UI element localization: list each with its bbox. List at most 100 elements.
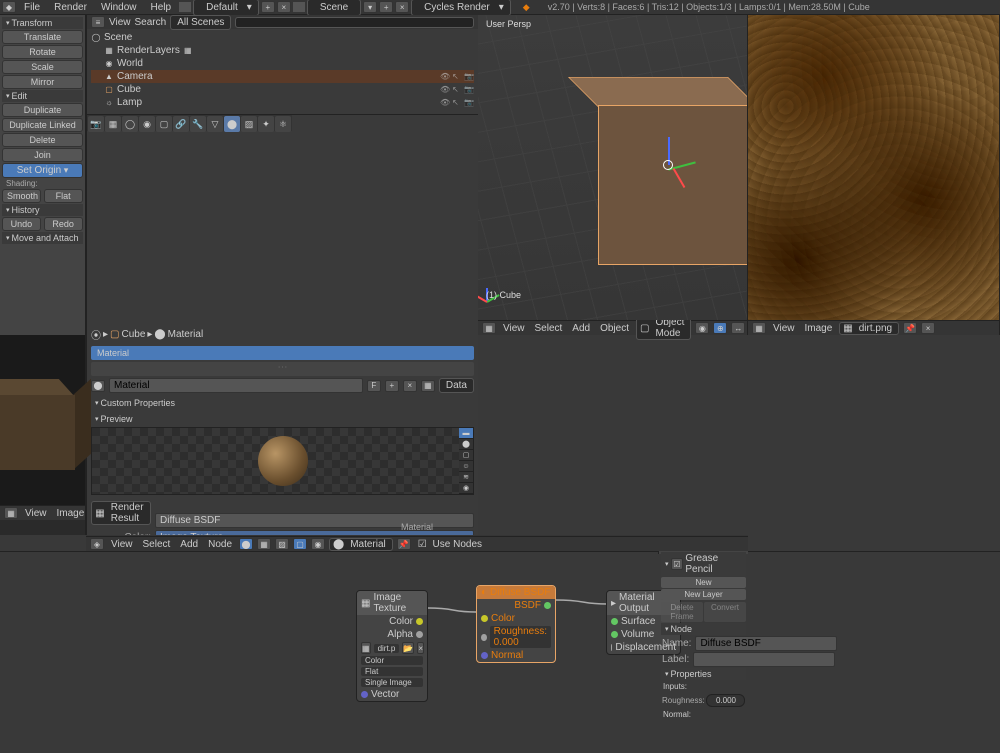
compositor-nodes-icon[interactable]: ▦ [257, 538, 271, 550]
node-material-dropdown[interactable]: ⬤ Material [329, 538, 393, 551]
uv-image-menu[interactable]: Image [802, 323, 836, 334]
render-image-dropdown[interactable]: ▦ Render Result [91, 501, 150, 525]
modifier-tab-icon[interactable]: 🔧 [190, 116, 206, 132]
tree-lamp-row[interactable]: ☼Lamp👁↖📷 [91, 96, 474, 109]
render-image[interactable] [0, 335, 85, 505]
uv-editor-type-icon[interactable]: ▦ [752, 322, 766, 334]
render-icon[interactable]: 📷 [464, 85, 474, 94]
node-view-menu[interactable]: View [108, 539, 136, 550]
move-attach-header[interactable]: Move and Attach [2, 232, 83, 244]
object-menu[interactable]: Object [597, 323, 632, 334]
world-tab-icon[interactable]: ◉ [139, 116, 155, 132]
layout-dropdown[interactable]: Default ▾ [193, 0, 259, 16]
editor-type-icon[interactable]: ▦ [482, 322, 496, 334]
duplicate-button[interactable]: Duplicate [2, 103, 83, 117]
shader-nodes-icon[interactable]: ⬤ [239, 538, 253, 550]
preview-world-icon[interactable]: ◉ [459, 483, 473, 494]
smooth-button[interactable]: Smooth [2, 189, 41, 203]
data-link-dropdown[interactable]: Data [439, 378, 474, 393]
image-texture-node[interactable]: ▦Image Texture Color Alpha ▦dirt.p📂× Col… [356, 590, 428, 702]
pivot-icon[interactable]: ⊕ [713, 322, 727, 334]
mat-add-icon[interactable]: + [385, 380, 399, 392]
fake-user-icon[interactable]: F [367, 380, 381, 392]
eye-icon[interactable]: 👁 [440, 72, 450, 81]
outliner-view-menu[interactable]: View [109, 17, 131, 28]
constraint-tab-icon[interactable]: 🔗 [173, 116, 189, 132]
rotate-button[interactable]: Rotate [2, 45, 83, 59]
manipulator-icon[interactable]: ↔ [731, 322, 745, 334]
remove-layout-icon[interactable]: × [277, 1, 291, 13]
menu-window[interactable]: Window [95, 1, 143, 14]
scale-button[interactable]: Scale [2, 60, 83, 74]
menu-file[interactable]: File [18, 1, 46, 14]
viewport-3d[interactable]: User Persp (1) Cube ▦ View Select Add Ob… [478, 15, 748, 335]
node-name-input[interactable] [695, 636, 837, 651]
node-roughness-input[interactable]: 0.000 [706, 694, 745, 707]
tree-world-row[interactable]: ◉World [91, 57, 474, 70]
preview-cube-icon[interactable]: ▢ [459, 450, 473, 461]
preview-header[interactable]: Preview [91, 413, 474, 425]
new-gp-button[interactable]: New [661, 577, 746, 588]
eye-icon[interactable]: 👁 [440, 98, 450, 107]
redo-button[interactable]: Redo [44, 217, 83, 231]
engine-dropdown[interactable]: Cycles Render ▾ [411, 0, 511, 16]
object-tab-icon[interactable]: ▢ [156, 116, 172, 132]
view-menu[interactable]: View [500, 323, 528, 334]
physics-tab-icon[interactable]: ⚛ [275, 116, 291, 132]
add-scene-icon[interactable]: + [379, 1, 393, 13]
texture-image[interactable] [748, 15, 999, 320]
transform-header[interactable]: Transform [2, 17, 83, 29]
join-button[interactable]: Join [2, 148, 83, 162]
texture-nodes-icon[interactable]: ▨ [275, 538, 289, 550]
add-menu[interactable]: Add [569, 323, 593, 334]
mirror-button[interactable]: Mirror [2, 75, 83, 89]
node-panel-header[interactable]: Node [661, 623, 746, 635]
scene-dropdown[interactable]: Scene [307, 0, 361, 16]
translate-button[interactable]: Translate [2, 30, 83, 44]
scene-browse-icon[interactable]: ▾ [363, 1, 377, 13]
data-tab-icon[interactable]: ▽ [207, 116, 223, 132]
outliner-filter[interactable]: All Scenes [170, 15, 231, 30]
preview-monkey-icon[interactable]: ☺ [459, 461, 473, 472]
material-slot[interactable]: Material [91, 346, 474, 360]
shading-icon[interactable]: ◉ [695, 322, 709, 334]
history-header[interactable]: History [2, 204, 83, 216]
mat-remove-icon[interactable]: × [403, 380, 417, 392]
tree-camera-row[interactable]: ▲Camera👁↖📷 [91, 70, 474, 83]
render-image-menu[interactable]: Image [54, 508, 88, 519]
remove-image-icon[interactable]: × [921, 322, 935, 334]
texture-tab-icon[interactable]: ▨ [241, 116, 257, 132]
edit-header[interactable]: Edit [2, 90, 83, 102]
outliner-search-input[interactable] [235, 17, 474, 28]
world-shader-icon[interactable]: ◉ [311, 538, 325, 550]
node-props-header[interactable]: Properties [661, 668, 746, 680]
menu-render[interactable]: Render [48, 1, 93, 14]
render-tab-icon[interactable]: 📷 [88, 116, 104, 132]
tree-renderlayers-row[interactable]: ▦RenderLayers▦ [91, 44, 474, 57]
delete-button[interactable]: Delete [2, 133, 83, 147]
render-icon[interactable]: 📷 [464, 98, 474, 107]
particle-tab-icon[interactable]: ✦ [258, 116, 274, 132]
cursor-icon[interactable]: ↖ [452, 72, 462, 81]
preview-flat-icon[interactable]: ▬ [459, 428, 473, 439]
preview-sphere-icon[interactable]: ⬤ [459, 439, 473, 450]
select-menu[interactable]: Select [532, 323, 566, 334]
undo-button[interactable]: Undo [2, 217, 41, 231]
node-pin-icon[interactable]: 📌 [397, 538, 411, 550]
new-layer-button[interactable]: New Layer [661, 589, 746, 600]
cursor-icon[interactable]: ↖ [452, 98, 462, 107]
node-add-menu[interactable]: Add [177, 539, 201, 550]
node-node-menu[interactable]: Node [205, 539, 235, 550]
diffuse-bsdf-node[interactable]: ◐Diffuse BSDF BSDF Color Roughness: 0.00… [476, 585, 556, 663]
pin-icon[interactable]: 📌 [903, 322, 917, 334]
node-label-input[interactable] [693, 652, 835, 667]
render-editor-type-icon[interactable]: ▦ [4, 507, 18, 519]
custom-props-header[interactable]: Custom Properties [91, 397, 474, 409]
grease-pencil-header[interactable]: ☑ Grease Pencil [661, 552, 746, 576]
delete-frame-button[interactable]: Delete Frame [661, 602, 703, 622]
node-editor-type-icon[interactable]: ◈ [90, 538, 104, 550]
flat-button[interactable]: Flat [44, 189, 83, 203]
node-select-menu[interactable]: Select [140, 539, 174, 550]
set-origin-dropdown[interactable]: Set Origin ▾ [2, 163, 83, 178]
scene-tab-icon[interactable]: ◯ [122, 116, 138, 132]
